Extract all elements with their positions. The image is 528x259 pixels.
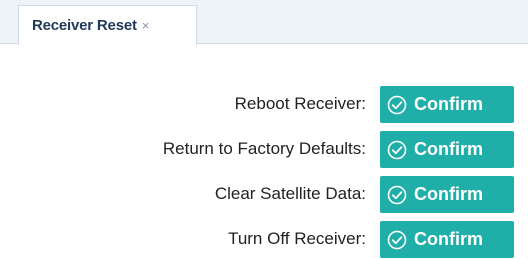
check-circle-icon bbox=[387, 185, 407, 204]
factory-defaults-row: Return to Factory Defaults: Confirm bbox=[0, 129, 528, 169]
tab-label: Receiver Reset bbox=[32, 17, 137, 34]
reboot-receiver-row: Reboot Receiver: Confirm bbox=[0, 84, 528, 124]
clear-satellite-data-row: Clear Satellite Data: Confirm bbox=[0, 174, 528, 214]
check-circle-icon bbox=[387, 230, 407, 249]
reboot-receiver-confirm-button[interactable]: Confirm bbox=[380, 86, 514, 123]
tab-receiver-reset[interactable]: Receiver Reset × bbox=[18, 5, 197, 45]
clear-satellite-data-confirm-button[interactable]: Confirm bbox=[380, 176, 514, 213]
check-circle-icon bbox=[387, 140, 407, 159]
clear-satellite-data-label: Clear Satellite Data: bbox=[214, 184, 366, 203]
factory-defaults-confirm-button[interactable]: Confirm bbox=[380, 131, 514, 168]
factory-defaults-label: Return to Factory Defaults: bbox=[162, 139, 366, 158]
turn-off-receiver-confirm-button[interactable]: Confirm bbox=[380, 221, 514, 258]
close-icon[interactable]: × bbox=[142, 19, 150, 32]
confirm-button-label: Confirm bbox=[414, 229, 483, 249]
reboot-receiver-label: Reboot Receiver: bbox=[234, 94, 366, 113]
confirm-button-label: Confirm bbox=[414, 94, 483, 114]
confirm-button-label: Confirm bbox=[414, 184, 483, 204]
check-circle-icon bbox=[387, 95, 407, 114]
turn-off-receiver-row: Turn Off Receiver: Confirm bbox=[0, 219, 528, 259]
confirm-button-label: Confirm bbox=[414, 139, 483, 159]
tab-bar: Receiver Reset × bbox=[0, 0, 528, 45]
turn-off-receiver-label: Turn Off Receiver: bbox=[228, 229, 366, 248]
